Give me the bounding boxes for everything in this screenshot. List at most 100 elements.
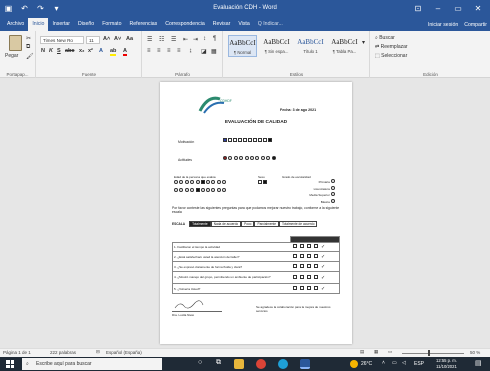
- align-left-icon[interactable]: ≡: [147, 48, 151, 54]
- decrease-indent-icon[interactable]: ⇤: [183, 36, 188, 43]
- find-button[interactable]: ⌕ Buscar: [375, 35, 395, 41]
- minimize-button[interactable]: –: [428, 2, 448, 16]
- grow-font-icon[interactable]: A˄: [103, 36, 110, 42]
- numbering-icon[interactable]: ☷: [159, 36, 164, 43]
- justify-icon[interactable]: ≡: [177, 48, 181, 54]
- edge-icon[interactable]: [278, 359, 288, 369]
- tab-diseno[interactable]: Diseño: [74, 18, 98, 31]
- check-icon: ✓: [321, 244, 326, 250]
- tab-vista[interactable]: Vista: [234, 18, 253, 31]
- align-center-icon[interactable]: ≡: [157, 48, 161, 54]
- borders-icon[interactable]: ▦: [211, 48, 217, 55]
- question-row: 2. ¿Está satisfecha/o usted la atención …: [172, 252, 340, 262]
- italic-button[interactable]: K: [49, 48, 53, 54]
- cut-icon[interactable]: ✂: [26, 35, 31, 42]
- web-layout-icon[interactable]: ▭: [388, 349, 392, 355]
- show-marks-icon[interactable]: ¶: [213, 36, 216, 42]
- sign-in-link[interactable]: Iniciar sesión: [428, 22, 458, 28]
- weather-temp[interactable]: 26°C: [361, 361, 372, 367]
- read-mode-icon[interactable]: ▤: [360, 349, 364, 355]
- sex-box: [263, 180, 267, 184]
- paste-button[interactable]: Pegar: [5, 53, 18, 59]
- multilevel-list-icon[interactable]: ☰: [171, 36, 176, 43]
- weather-icon[interactable]: [350, 360, 358, 368]
- ribbon-tabs: Archivo Inicio Insertar Diseño Formato R…: [0, 18, 490, 31]
- font-name-select[interactable]: Times New Ro: [40, 36, 84, 44]
- shrink-font-icon[interactable]: A˅: [114, 36, 121, 42]
- attitudes-scale: [223, 156, 277, 161]
- word-taskbar-icon[interactable]: [300, 359, 310, 369]
- paste-icon[interactable]: [9, 35, 22, 51]
- age-label: Edad de la persona que evalúa: [174, 175, 216, 179]
- style-no-spacing[interactable]: AaBbCcI ¶ Sin espa...: [262, 35, 291, 57]
- page-count[interactable]: Página 1 de 1: [3, 350, 31, 355]
- close-button[interactable]: ✕: [468, 2, 488, 16]
- change-case-icon[interactable]: Aa: [126, 36, 133, 42]
- network-icon[interactable]: ▭: [392, 360, 397, 366]
- line-spacing-icon[interactable]: ↨: [189, 48, 192, 54]
- subscript-button[interactable]: x₂: [79, 48, 85, 54]
- age-dot: [205, 188, 210, 192]
- select-button[interactable]: ⬚ Seleccionar: [375, 53, 407, 59]
- zoom-level[interactable]: 50 %: [470, 350, 480, 355]
- tray-chevron-icon[interactable]: ˄: [382, 360, 385, 366]
- tab-referencias[interactable]: Referencias: [126, 18, 162, 31]
- volume-icon[interactable]: ◁: [402, 360, 406, 366]
- tab-revisar[interactable]: Revisar: [209, 18, 235, 31]
- tab-formato[interactable]: Formato: [98, 18, 125, 31]
- tab-correspondencia[interactable]: Correspondencia: [161, 18, 209, 31]
- style-table[interactable]: AaBbCcI ¶ Tabla Pa...: [330, 35, 359, 57]
- style-normal[interactable]: AaBbCcI ¶ Normal: [228, 35, 257, 57]
- task-view-icon[interactable]: ○: [198, 359, 202, 366]
- shading-icon[interactable]: ◪: [201, 48, 207, 55]
- age-dot: [184, 180, 189, 184]
- tab-inicio[interactable]: Inicio: [28, 18, 49, 31]
- superscript-button[interactable]: x²: [88, 48, 93, 54]
- zoom-thumb[interactable]: [428, 350, 430, 356]
- increase-indent-icon[interactable]: ⇥: [193, 36, 198, 43]
- word-count[interactable]: 222 palabras: [50, 350, 76, 355]
- clock[interactable]: 12:55 p. m. 11/10/2021: [436, 358, 457, 369]
- taskbar-search-box[interactable]: ⌕ Escribe aquí para buscar: [22, 358, 162, 370]
- ribbon-display-button[interactable]: ⊡: [408, 2, 428, 16]
- format-painter-icon[interactable]: 🖌: [26, 53, 34, 60]
- age-dot: [179, 188, 184, 192]
- language-indicator[interactable]: Español (España): [106, 350, 142, 355]
- document-area[interactable]: CDHDF Fecha: 3 de ago 2021 EVALUACIÓN DE…: [0, 78, 490, 348]
- styles-group: AaBbCcI ¶ Normal AaBbCcI ¶ Sin espa... A…: [224, 31, 370, 78]
- underline-button[interactable]: S: [57, 48, 61, 54]
- zoom-slider[interactable]: [402, 353, 464, 354]
- replace-button[interactable]: ⇄ Reemplazar: [375, 44, 408, 50]
- tell-me-input[interactable]: Q Indicar...: [254, 18, 287, 31]
- tab-archivo[interactable]: Archivo: [3, 18, 28, 31]
- chrome-icon[interactable]: [256, 359, 266, 369]
- search-placeholder: Escribe aquí para buscar: [36, 361, 92, 367]
- copy-icon[interactable]: ⧉: [26, 44, 30, 51]
- share-button[interactable]: Compartir: [464, 22, 487, 28]
- tab-insertar[interactable]: Insertar: [48, 18, 74, 31]
- proofing-icon[interactable]: ⊟: [96, 349, 100, 355]
- bold-button[interactable]: N: [41, 48, 45, 54]
- styles-more-icon[interactable]: ▾: [362, 39, 365, 46]
- task-view-button[interactable]: ⧉: [216, 359, 221, 367]
- language-indicator[interactable]: ESP: [414, 361, 424, 367]
- font-size-select[interactable]: 11: [86, 36, 100, 44]
- document-page[interactable]: CDHDF Fecha: 3 de ago 2021 EVALUACIÓN DE…: [160, 82, 352, 344]
- file-explorer-icon[interactable]: [234, 359, 244, 369]
- font-color-icon[interactable]: A: [123, 48, 127, 56]
- attitudes-row: Actitudes: [178, 156, 338, 162]
- style-heading-1[interactable]: AaBbCcI Título 1: [296, 35, 325, 57]
- windows-start-icon[interactable]: [6, 360, 14, 368]
- align-right-icon[interactable]: ≡: [167, 48, 171, 54]
- notifications-icon[interactable]: ▤: [475, 359, 482, 367]
- document-date: Fecha: 3 de ago 2021: [280, 108, 317, 112]
- strikethrough-button[interactable]: abc: [65, 48, 74, 54]
- sort-icon[interactable]: ↕: [203, 36, 206, 42]
- answer-cells: ✓: [291, 274, 325, 281]
- text-effects-icon[interactable]: A: [99, 48, 103, 54]
- document-heading: EVALUACIÓN DE CALIDAD: [224, 120, 288, 125]
- highlight-icon[interactable]: ab: [110, 48, 117, 56]
- print-layout-icon[interactable]: ▦: [374, 349, 378, 355]
- bullets-icon[interactable]: ☰: [147, 36, 152, 43]
- maximize-button[interactable]: ▭: [448, 2, 468, 16]
